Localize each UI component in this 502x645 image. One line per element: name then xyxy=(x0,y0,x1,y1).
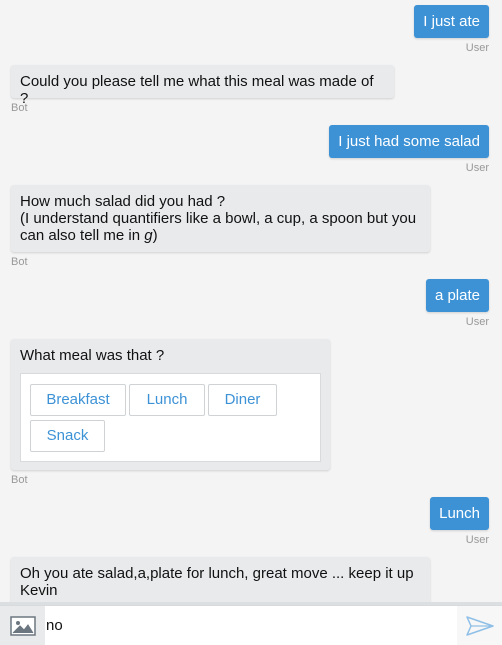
bot-message-line: How much salad did you had ? xyxy=(20,193,226,210)
send-icon xyxy=(465,615,494,636)
choice-breakfast-button[interactable]: Breakfast xyxy=(30,384,126,416)
send-button[interactable] xyxy=(457,606,502,645)
sender-label: User xyxy=(465,316,489,328)
sender-label: User xyxy=(465,162,489,174)
bot-message-line: Oh you ate salad,a,plate for lunch, grea… xyxy=(20,565,414,582)
sender-label: User xyxy=(465,534,489,546)
bot-message-line: can also tell me in g) xyxy=(20,227,421,244)
user-message: Lunch xyxy=(430,497,489,530)
chat-transcript: I just ate User Could you please tell me… xyxy=(0,0,502,605)
message-composer xyxy=(0,602,502,645)
bot-message-text: What meal was that ? xyxy=(20,347,165,364)
image-upload-button[interactable] xyxy=(0,606,45,645)
choice-diner-button[interactable]: Diner xyxy=(208,384,277,416)
bot-message-line: (I understand quantifiers like a bowl, a… xyxy=(20,210,417,227)
bot-message-text: Could you please tell me what this meal … xyxy=(20,73,374,107)
bot-message-line: Kevin xyxy=(20,582,58,599)
sender-label: Bot xyxy=(11,102,28,114)
bot-message: How much salad did you had ? (I understa… xyxy=(11,185,430,252)
text-span: ) xyxy=(152,227,158,244)
quick-replies: Breakfast Lunch Diner Snack xyxy=(20,373,321,462)
sender-label: User xyxy=(465,42,489,54)
choice-lunch-button[interactable]: Lunch xyxy=(129,384,205,416)
choice-snack-button[interactable]: Snack xyxy=(30,420,105,452)
sender-label: Bot xyxy=(11,256,28,268)
user-message: I just had some salad xyxy=(329,125,489,158)
user-message: a plate xyxy=(425,279,489,312)
message-input[interactable] xyxy=(46,606,456,645)
bot-message: Could you please tell me what this meal … xyxy=(11,65,394,107)
user-message: I just ate xyxy=(414,5,489,38)
text-span: can also tell me in xyxy=(20,227,145,244)
bot-message-choices: What meal was that ? Breakfast Lunch Din… xyxy=(11,339,330,470)
image-icon xyxy=(9,615,36,636)
bot-message: Oh you ate salad,a,plate for lunch, grea… xyxy=(11,557,430,605)
unit-text: g xyxy=(144,227,153,244)
sender-label: Bot xyxy=(11,474,28,486)
